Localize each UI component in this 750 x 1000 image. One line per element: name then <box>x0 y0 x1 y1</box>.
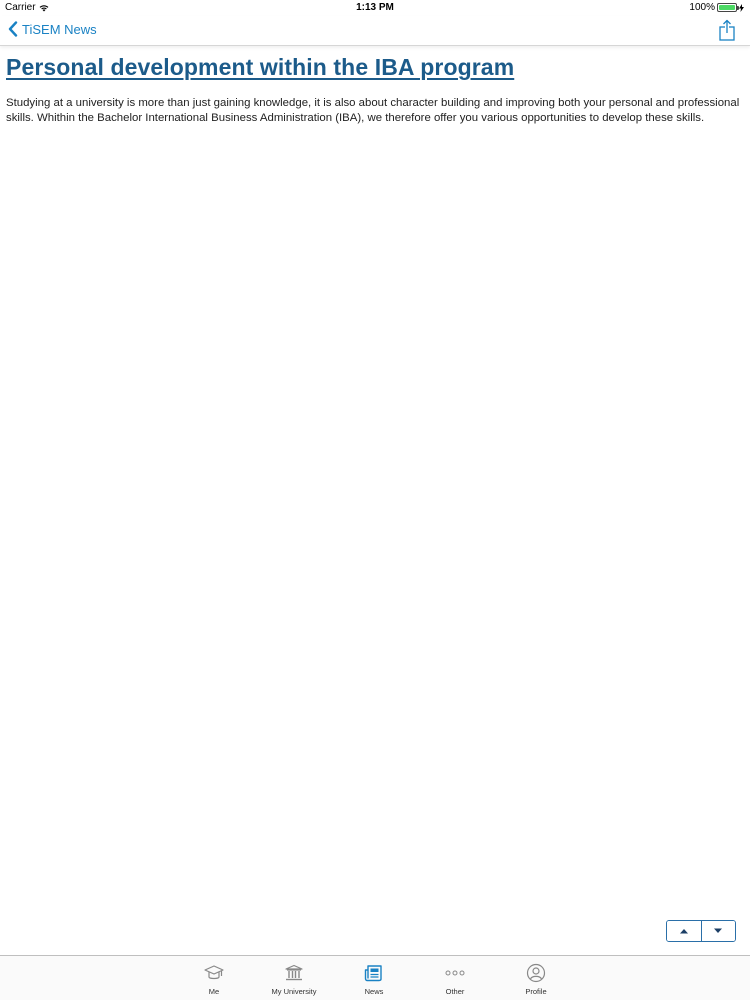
tab-label: News <box>364 987 384 996</box>
university-building-icon <box>283 962 305 984</box>
tab-me[interactable]: Me <box>184 962 244 996</box>
share-icon[interactable] <box>718 19 736 41</box>
article-content: Personal development within the IBA prog… <box>6 52 744 126</box>
tab-label: Other <box>445 987 465 996</box>
article-pager <box>666 920 736 942</box>
status-bar: Carrier 1:13 PM 100% <box>0 0 750 16</box>
battery-fill <box>719 5 735 10</box>
back-button-label: TiSEM News <box>22 21 97 37</box>
triangle-down-icon <box>714 928 723 933</box>
status-right: 100% <box>689 2 744 13</box>
triangle-up-icon <box>679 929 688 934</box>
newspaper-icon <box>363 962 385 984</box>
battery-cap <box>737 6 739 10</box>
battery-percent: 100% <box>689 2 715 13</box>
battery-icon <box>717 3 739 12</box>
tab-bar: Me My University News Other Profile <box>0 955 750 1000</box>
navigation-bar: TiSEM News <box>0 16 750 46</box>
tab-label: My University <box>271 987 317 996</box>
graduation-cap-icon <box>203 962 225 984</box>
tab-news[interactable]: News <box>344 962 404 996</box>
article-title[interactable]: Personal development within the IBA prog… <box>6 52 744 82</box>
tab-other[interactable]: Other <box>425 962 485 996</box>
chevron-left-icon <box>8 21 18 37</box>
tab-my-university[interactable]: My University <box>264 962 324 996</box>
tab-label: Me <box>208 987 220 996</box>
charging-icon <box>739 3 744 12</box>
tab-profile[interactable]: Profile <box>506 962 566 996</box>
next-article-button[interactable] <box>700 921 735 941</box>
previous-article-button[interactable] <box>667 921 701 941</box>
profile-icon <box>525 962 547 984</box>
more-dots-icon <box>444 962 466 984</box>
tab-label: Profile <box>525 987 547 996</box>
status-time: 1:13 PM <box>356 2 394 13</box>
back-button[interactable]: TiSEM News <box>8 21 97 37</box>
article-body: Studying at a university is more than ju… <box>6 97 740 124</box>
